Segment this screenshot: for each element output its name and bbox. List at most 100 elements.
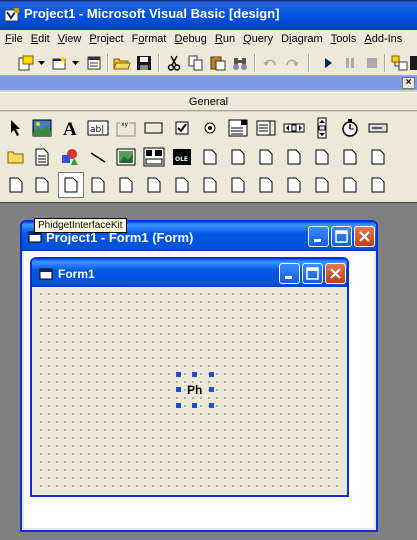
copy-icon[interactable] bbox=[186, 53, 206, 73]
add-project-icon[interactable] bbox=[16, 53, 36, 73]
minimize-button[interactable] bbox=[308, 226, 329, 247]
shape-tool-icon[interactable] bbox=[58, 145, 82, 169]
menu-diagram[interactable]: Diagram bbox=[276, 30, 326, 45]
picturebox-tool-icon[interactable] bbox=[30, 116, 54, 140]
custom-control-icon[interactable] bbox=[170, 173, 194, 197]
menu-file[interactable]: File bbox=[0, 30, 26, 45]
open-project-icon[interactable] bbox=[112, 53, 132, 73]
close-button[interactable] bbox=[325, 263, 346, 284]
close-button[interactable] bbox=[354, 226, 375, 247]
drivelistbox-tool-icon[interactable] bbox=[366, 116, 390, 140]
phidget-control[interactable]: Ph bbox=[176, 372, 214, 408]
toolbar-separator bbox=[308, 54, 310, 72]
checkbox-tool-icon[interactable] bbox=[170, 116, 194, 140]
frame-tool-icon[interactable]: xy bbox=[114, 116, 138, 140]
vscrollbar-tool-icon[interactable] bbox=[310, 116, 334, 140]
textbox-tool-icon[interactable]: ab| bbox=[86, 116, 110, 140]
menu-tools[interactable]: Tools bbox=[326, 30, 360, 45]
cut-icon[interactable] bbox=[164, 53, 184, 73]
vb-app-icon[interactable] bbox=[4, 7, 20, 23]
control-caption: Ph bbox=[187, 383, 203, 397]
hscrollbar-tool-icon[interactable] bbox=[282, 116, 306, 140]
data-tool-icon[interactable] bbox=[142, 145, 166, 169]
menu-view[interactable]: View bbox=[53, 30, 85, 45]
commandbutton-tool-icon[interactable] bbox=[142, 116, 166, 140]
menu-add-ins[interactable]: Add-Ins bbox=[359, 30, 405, 45]
pointer-tool-icon[interactable] bbox=[4, 116, 28, 140]
resize-handle[interactable] bbox=[209, 403, 214, 408]
end-icon[interactable] bbox=[362, 53, 382, 73]
close-icon bbox=[330, 268, 341, 279]
minimize-button[interactable] bbox=[279, 263, 300, 284]
toolbar-separator bbox=[107, 54, 109, 72]
add-project-dropdown-icon[interactable] bbox=[36, 53, 46, 73]
custom-control-icon[interactable] bbox=[4, 173, 28, 197]
menu-format[interactable]: Format bbox=[127, 30, 170, 45]
custom-control-icon[interactable] bbox=[226, 173, 250, 197]
custom-control-icon[interactable] bbox=[338, 173, 362, 197]
resize-handle[interactable] bbox=[176, 372, 181, 377]
maximize-button[interactable] bbox=[331, 226, 352, 247]
filelistbox-tool-icon[interactable] bbox=[30, 145, 54, 169]
combobox-tool-icon[interactable] bbox=[226, 116, 250, 140]
close-icon bbox=[359, 231, 370, 242]
undo-icon[interactable] bbox=[260, 53, 280, 73]
custom-control-icon[interactable] bbox=[366, 173, 390, 197]
toolbar-separator bbox=[158, 54, 160, 72]
custom-control-icon[interactable] bbox=[366, 145, 390, 169]
custom-control-icon[interactable] bbox=[198, 145, 222, 169]
break-icon[interactable] bbox=[340, 53, 360, 73]
add-form-icon[interactable] bbox=[50, 53, 70, 73]
form1-title-bar[interactable]: Form1 bbox=[32, 259, 347, 287]
custom-control-icon[interactable] bbox=[338, 145, 362, 169]
custom-control-icon[interactable] bbox=[254, 145, 278, 169]
line-tool-icon[interactable] bbox=[86, 145, 110, 169]
resize-handle[interactable] bbox=[176, 403, 181, 408]
start-icon[interactable] bbox=[318, 53, 338, 73]
optionbutton-tool-icon[interactable] bbox=[198, 116, 222, 140]
menu-run[interactable]: Run bbox=[210, 30, 238, 45]
listbox-tool-icon[interactable] bbox=[254, 116, 278, 140]
resize-handle[interactable] bbox=[192, 372, 197, 377]
find-icon[interactable] bbox=[230, 53, 250, 73]
paste-icon[interactable] bbox=[208, 53, 228, 73]
toolbox-general-tab[interactable]: General bbox=[0, 92, 417, 111]
add-form-dropdown-icon[interactable] bbox=[70, 53, 80, 73]
resize-handle[interactable] bbox=[176, 387, 181, 392]
toolbar-overflow-icon[interactable] bbox=[410, 53, 417, 73]
app-title-bar[interactable]: Project1 - Microsoft Visual Basic [desig… bbox=[0, 0, 417, 30]
custom-control-icon[interactable] bbox=[86, 173, 110, 197]
menu-edit[interactable]: Edit bbox=[26, 30, 53, 45]
menu-debug[interactable]: Debug bbox=[169, 30, 209, 45]
custom-control-icon[interactable] bbox=[282, 145, 306, 169]
menu-editor-icon[interactable] bbox=[84, 53, 104, 73]
custom-control-icon[interactable] bbox=[142, 173, 166, 197]
custom-control-icon[interactable] bbox=[30, 173, 54, 197]
phidgetinterfacekit-tool-icon[interactable] bbox=[58, 172, 84, 198]
resize-handle[interactable] bbox=[209, 387, 214, 392]
custom-control-icon[interactable] bbox=[114, 173, 138, 197]
maximize-button[interactable] bbox=[302, 263, 323, 284]
ole-tool-icon[interactable]: OLE bbox=[170, 145, 194, 169]
resize-handle[interactable] bbox=[192, 403, 197, 408]
menu-bar: File Edit View Project Format Debug Run Query Di… bbox=[0, 30, 417, 49]
custom-control-icon[interactable] bbox=[226, 145, 250, 169]
custom-control-icon[interactable] bbox=[310, 173, 334, 197]
timer-tool-icon[interactable] bbox=[338, 116, 362, 140]
custom-control-icon[interactable] bbox=[254, 173, 278, 197]
label-tool-icon[interactable]: A bbox=[58, 116, 82, 140]
minimize-icon bbox=[314, 239, 321, 242]
redo-icon[interactable] bbox=[282, 53, 302, 73]
toolbox-tooltip: PhidgetInterfaceKit bbox=[34, 218, 127, 233]
custom-control-icon[interactable] bbox=[282, 173, 306, 197]
image-tool-icon[interactable] bbox=[114, 145, 138, 169]
menu-project[interactable]: Project bbox=[84, 30, 126, 45]
custom-control-icon[interactable] bbox=[310, 145, 334, 169]
dirlistbox-tool-icon[interactable] bbox=[4, 145, 28, 169]
menu-query[interactable]: Query bbox=[238, 30, 276, 45]
toolbox-close-button[interactable]: × bbox=[402, 77, 415, 89]
project-explorer-icon[interactable] bbox=[390, 53, 410, 73]
save-project-icon[interactable] bbox=[134, 53, 154, 73]
resize-handle[interactable] bbox=[209, 372, 214, 377]
custom-control-icon[interactable] bbox=[198, 173, 222, 197]
